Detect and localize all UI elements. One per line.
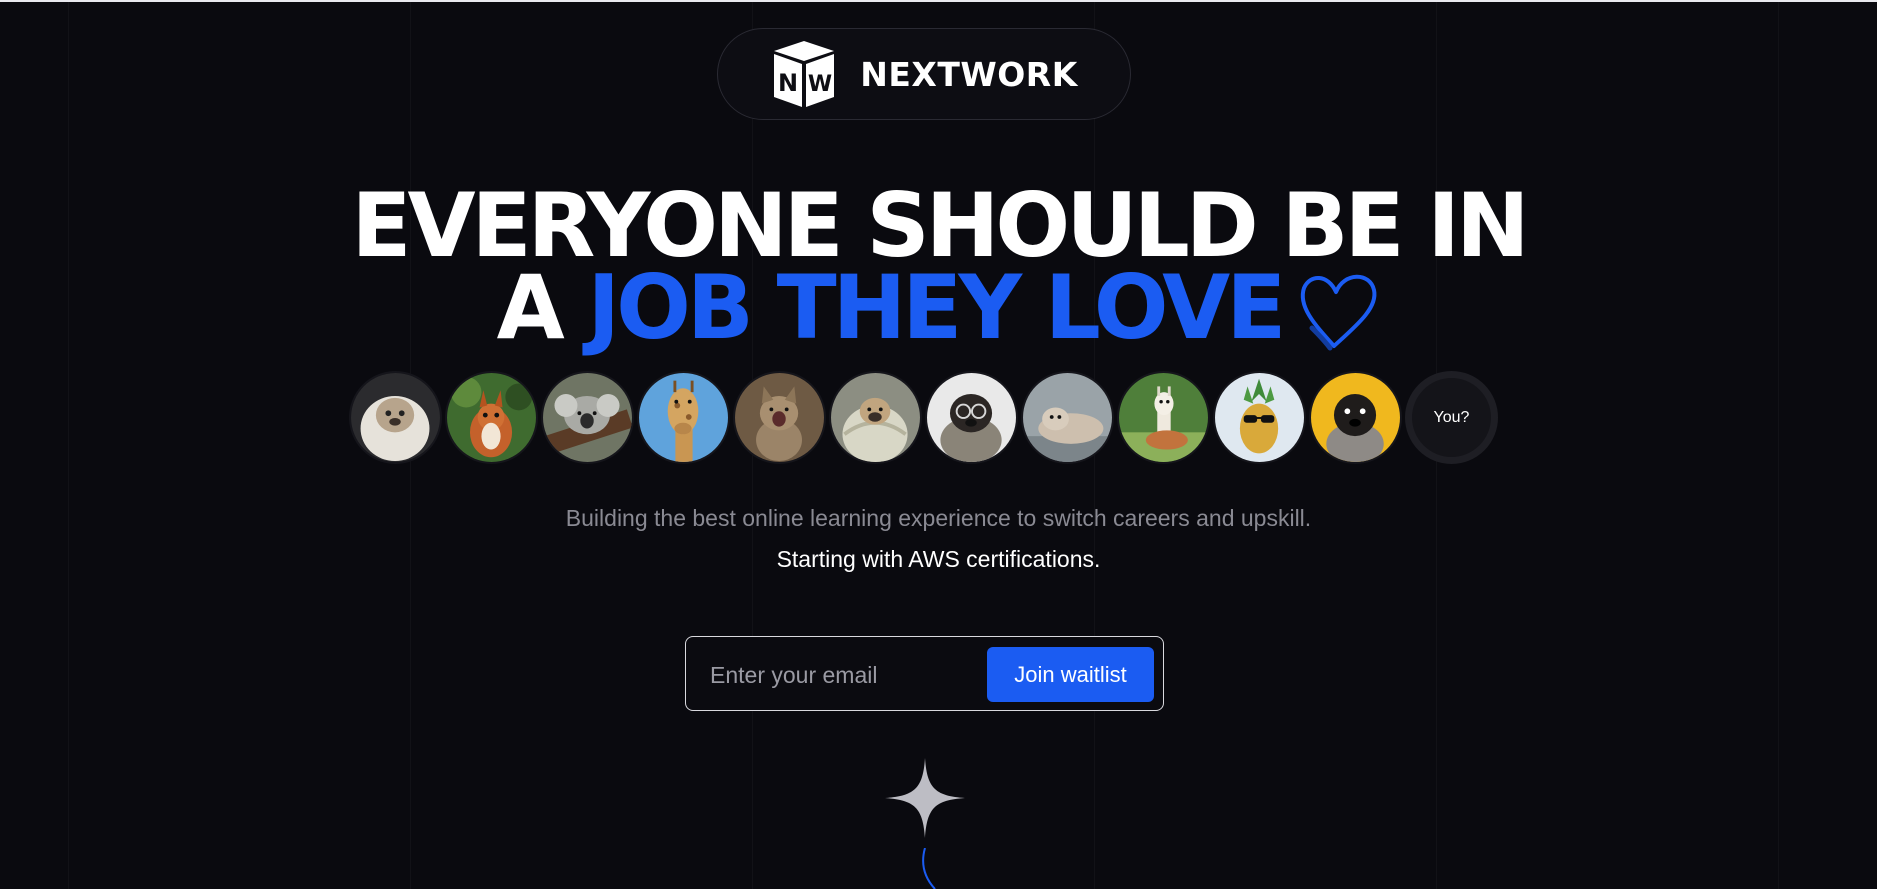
headline-accent: JOB THEY LOVE <box>587 256 1286 359</box>
svg-text:W: W <box>808 72 832 97</box>
sparkle-icon <box>885 758 965 838</box>
join-waitlist-button[interactable]: Join waitlist <box>987 647 1154 702</box>
brand-logo-pill[interactable]: N W NEXTWORK <box>717 28 1131 120</box>
email-input[interactable] <box>708 655 952 695</box>
avatar-pug-glasses <box>925 371 1018 464</box>
avatar-pug-yellow <box>1309 371 1402 464</box>
hero-subtitle: Building the best online learning experi… <box>565 505 1312 531</box>
avatar-you-label: You? <box>1433 408 1470 426</box>
decorative-trail <box>922 848 936 889</box>
headline-line-1: EVERYONE SHOULD BE IN <box>351 174 1529 277</box>
brand-name: NEXTWORK <box>860 54 1078 94</box>
avatar-row: You? <box>349 371 1498 464</box>
headline-prefix: A <box>496 256 565 359</box>
avatar-giraffe <box>637 371 730 464</box>
waitlist-form: Join waitlist <box>685 636 1164 711</box>
svg-text:N: N <box>778 69 798 97</box>
top-border <box>0 0 1877 2</box>
headline-line-2: A JOB THEY LOVE <box>0 264 1877 352</box>
grid-line <box>1778 0 1779 889</box>
avatar-pug-blanket <box>829 371 922 464</box>
avatar-llama <box>1117 371 1210 464</box>
grid-line <box>68 0 69 889</box>
avatar-pineapple <box>1213 371 1306 464</box>
avatar-squirrel <box>445 371 538 464</box>
hero-tagline: Starting with AWS certifications. <box>776 546 1101 572</box>
avatar-pug-fluffy <box>349 371 442 464</box>
avatar-you: You? <box>1405 371 1498 464</box>
heart-icon <box>1301 274 1377 351</box>
avatar-cat-yawning <box>733 371 826 464</box>
nextwork-logo-icon: N W <box>774 41 835 107</box>
hero-headline: EVERYONE SHOULD BE IN A JOB THEY LOVE <box>0 174 1877 352</box>
avatar-koala <box>541 371 634 464</box>
avatar-seal <box>1021 371 1114 464</box>
